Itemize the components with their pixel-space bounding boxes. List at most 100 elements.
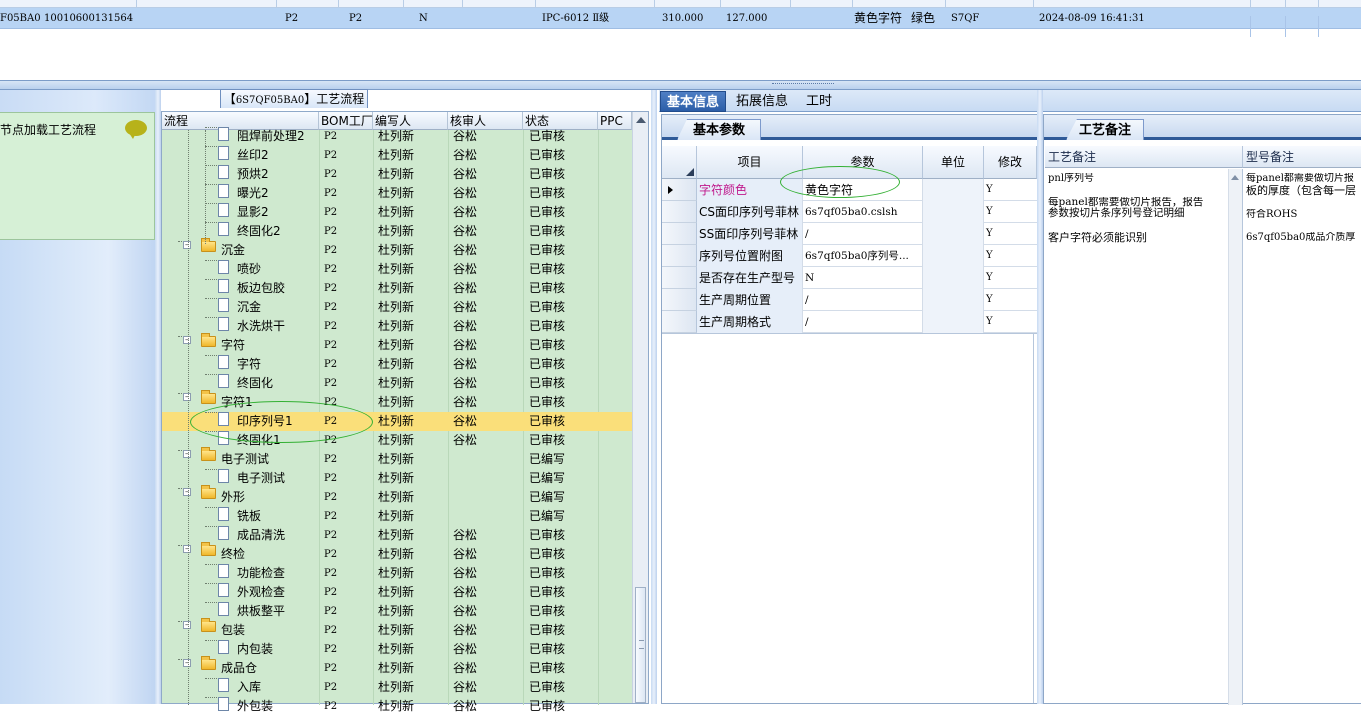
tree-row[interactable]: 显影2 P2 杜列新 谷松 已审核	[162, 203, 632, 222]
row-indicator[interactable]	[662, 289, 697, 311]
order-row[interactable]: F05BA0 10010600131564 P2 P2 N IPC-6012 Ⅱ…	[0, 8, 1361, 37]
tab-work-hours[interactable]: 工时	[800, 91, 838, 112]
tree-row[interactable]: 电子测试 P2 杜列新 已编写	[162, 469, 632, 488]
tab-process-notes[interactable]: 工艺备注	[1066, 119, 1144, 140]
notes-scroll-up-icon[interactable]	[1231, 175, 1239, 180]
tree-row[interactable]: 喷砂 P2 杜列新 谷松 已审核	[162, 260, 632, 279]
tree-row[interactable]: 内包装 P2 杜列新 谷松 已审核	[162, 640, 632, 659]
param-value[interactable]: /	[803, 223, 923, 245]
tree-row[interactable]: 沉金 P2 杜列新 谷松 已审核	[162, 298, 632, 317]
param-value[interactable]: /	[803, 311, 923, 333]
collapse-icon[interactable]: –	[183, 336, 191, 344]
param-unit[interactable]	[923, 179, 984, 201]
tree-row[interactable]: 终固化 P2 杜列新 谷松 已审核	[162, 374, 632, 393]
tree-row[interactable]: 烘板整平 P2 杜列新 谷松 已审核	[162, 602, 632, 621]
tree-row[interactable]: 阻焊前处理2 P2 杜列新 谷松 已审核	[162, 127, 632, 146]
param-unit[interactable]	[923, 223, 984, 245]
collapse-icon[interactable]: –	[183, 393, 191, 401]
tree-row[interactable]: 板边包胶 P2 杜列新 谷松 已审核	[162, 279, 632, 298]
tree-row[interactable]: 入库 P2 杜列新 谷松 已审核	[162, 678, 632, 697]
tab-basic-params[interactable]: 基本参数	[677, 119, 761, 140]
speech-bubble-icon[interactable]	[125, 120, 147, 139]
scroll-up-arrow-icon[interactable]	[636, 117, 646, 123]
tree-row[interactable]: 成品清洗 P2 杜列新 谷松 已审核	[162, 526, 632, 545]
tree-row[interactable]: – 沉金 P2 杜列新 谷松 已审核	[162, 238, 632, 260]
param-value[interactable]: 6s7qf05ba0序列号...	[803, 245, 923, 267]
param-modify[interactable]: Y	[984, 245, 1037, 267]
param-header-modify[interactable]: 修改	[984, 146, 1037, 179]
tree-row[interactable]: 丝印2 P2 杜列新 谷松 已审核	[162, 146, 632, 165]
tree-node-label: 终固化	[237, 376, 274, 390]
param-row[interactable]: 是否存在生产型号 N Y	[697, 267, 1037, 289]
param-row[interactable]: CS面印序列号菲林 6s7qf05ba0.cslsh Y	[697, 201, 1037, 223]
tree-row[interactable]: 终固化2 P2 杜列新 谷松 已审核	[162, 222, 632, 241]
tree-row[interactable]: 功能检查 P2 杜列新 谷松 已审核	[162, 564, 632, 583]
folder-icon	[201, 447, 216, 461]
tree-row[interactable]: – 外形 P2 杜列新 已编写	[162, 485, 632, 507]
param-value[interactable]: /	[803, 289, 923, 311]
param-row[interactable]: 生产周期格式 / Y	[697, 311, 1037, 333]
tree-row[interactable]: – 包装 P2 杜列新 谷松 已审核	[162, 618, 632, 640]
writer-cell: 杜列新	[378, 585, 415, 599]
tree-row[interactable]: – 电子测试 P2 杜列新 已编写	[162, 447, 632, 469]
order-grid-header	[0, 0, 1361, 8]
order-cell: 绿色	[911, 11, 936, 25]
tab-basic-info[interactable]: 基本信息	[660, 91, 727, 112]
param-modify[interactable]: Y	[984, 201, 1037, 223]
row-indicator[interactable]	[662, 311, 697, 333]
row-indicator[interactable]	[662, 223, 697, 245]
tree-row[interactable]: 外包装 P2 杜列新 谷松 已审核	[162, 697, 632, 716]
param-header-unit[interactable]: 单位	[923, 146, 984, 179]
process-flow-tab[interactable]: 【6S7QF05BA0】工艺流程	[220, 89, 368, 108]
scroll-thumb[interactable]	[635, 587, 646, 703]
writer-cell: 杜列新	[378, 490, 415, 504]
document-icon	[218, 583, 229, 597]
param-modify[interactable]: Y	[984, 311, 1037, 333]
document-icon	[218, 260, 229, 274]
row-indicator[interactable]	[662, 179, 697, 201]
param-modify[interactable]: Y	[984, 267, 1037, 289]
row-indicator[interactable]	[662, 201, 697, 223]
status-cell: 已审核	[529, 376, 566, 390]
param-row[interactable]: SS面印序列号菲林 / Y	[697, 223, 1037, 245]
collapse-icon[interactable]: –	[183, 621, 191, 629]
param-value[interactable]: 6s7qf05ba0.cslsh	[803, 201, 923, 223]
param-unit[interactable]	[923, 289, 984, 311]
tree-row[interactable]: – 字符 P2 杜列新 谷松 已审核	[162, 333, 632, 355]
tree-row[interactable]: 外观检查 P2 杜列新 谷松 已审核	[162, 583, 632, 602]
load-process-box[interactable]: 占节点加载工艺流程	[0, 112, 155, 240]
param-row[interactable]: 生产周期位置 / Y	[697, 289, 1037, 311]
row-indicator[interactable]	[662, 267, 697, 289]
middle-vertical-splitter[interactable]	[651, 90, 657, 704]
tree-scrollbar[interactable]	[632, 112, 648, 703]
folder-icon	[201, 618, 216, 632]
horizontal-splitter[interactable]	[0, 80, 1361, 90]
collapse-icon[interactable]: –	[183, 659, 191, 667]
tree-row[interactable]: 预烘2 P2 杜列新 谷松 已审核	[162, 165, 632, 184]
param-unit[interactable]	[923, 267, 984, 289]
collapse-icon[interactable]: –	[183, 241, 191, 249]
param-modify[interactable]: Y	[984, 179, 1037, 201]
tree-row[interactable]: – 成品仓 P2 杜列新 谷松 已审核	[162, 656, 632, 678]
param-value[interactable]: N	[803, 267, 923, 289]
writer-cell: 杜列新	[378, 186, 415, 200]
param-modify[interactable]: Y	[984, 223, 1037, 245]
param-row[interactable]: 序列号位置附图 6s7qf05ba0序列号... Y	[697, 245, 1037, 267]
tree-row[interactable]: 铣板 P2 杜列新 已编写	[162, 507, 632, 526]
param-unit[interactable]	[923, 311, 984, 333]
collapse-icon[interactable]: –	[183, 545, 191, 553]
bom-cell: P2	[324, 207, 338, 218]
param-modify[interactable]: Y	[984, 289, 1037, 311]
status-cell: 已审核	[529, 433, 566, 447]
tree-row[interactable]: – 终检 P2 杜列新 谷松 已审核	[162, 542, 632, 564]
collapse-icon[interactable]: –	[183, 450, 191, 458]
status-cell: 已审核	[529, 148, 566, 162]
collapse-icon[interactable]: –	[183, 488, 191, 496]
tree-row[interactable]: 曝光2 P2 杜列新 谷松 已审核	[162, 184, 632, 203]
tree-row[interactable]: 水洗烘干 P2 杜列新 谷松 已审核	[162, 317, 632, 336]
tree-row[interactable]: 字符 P2 杜列新 谷松 已审核	[162, 355, 632, 374]
param-unit[interactable]	[923, 201, 984, 223]
row-indicator[interactable]	[662, 245, 697, 267]
param-unit[interactable]	[923, 245, 984, 267]
tab-extended-info[interactable]: 拓展信息	[730, 91, 794, 112]
